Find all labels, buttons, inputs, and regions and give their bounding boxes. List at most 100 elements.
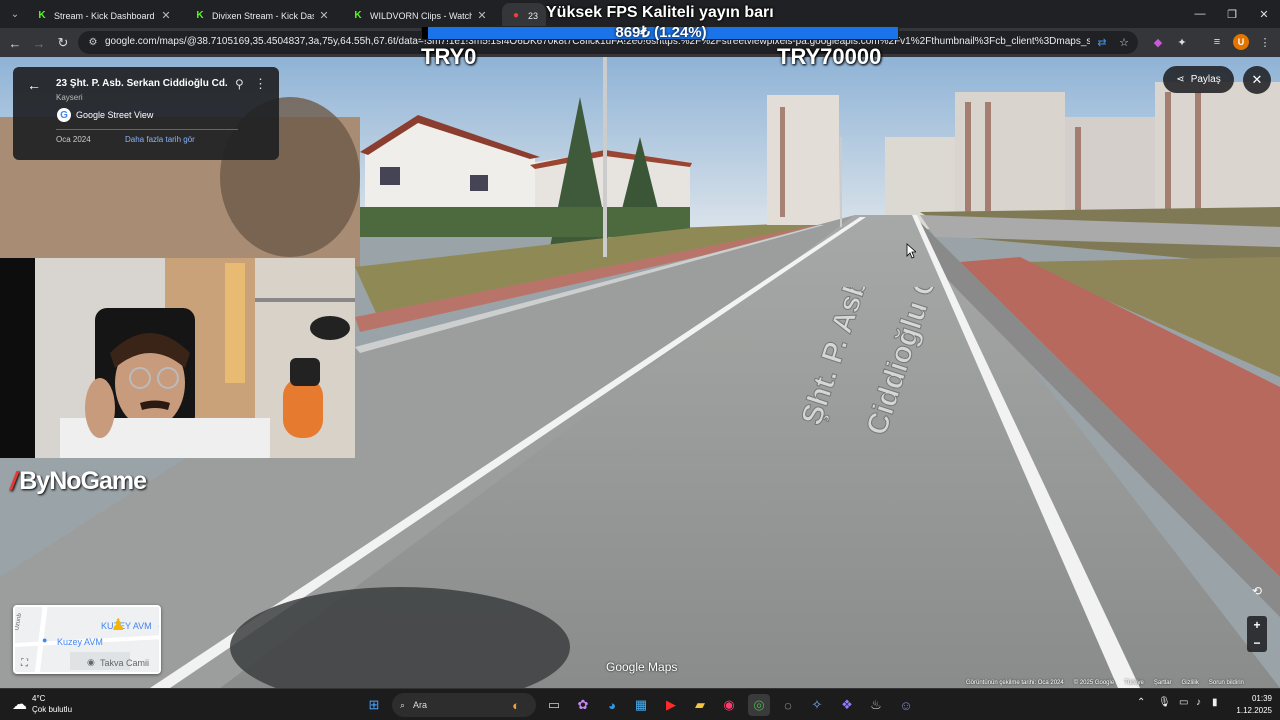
back-icon[interactable]: ←	[6, 34, 24, 52]
tab-title: Stream - Kick Dashboard	[54, 10, 155, 21]
profile-avatar[interactable]: U	[1233, 34, 1249, 50]
compass-icon[interactable]: ⟲	[1243, 584, 1271, 602]
google-maps-watermark: Google Maps	[606, 660, 678, 674]
map-attribution: Görüntünün çekilme tarihi: Oca 2024 © 20…	[966, 680, 1244, 686]
sponsor-name: ByNoGame	[19, 467, 147, 495]
menu-kebab-icon[interactable]: ⋮	[1257, 34, 1273, 50]
donation-amount: 869₺ (1.24%)	[615, 24, 707, 41]
kick-icon: K	[354, 10, 362, 21]
tab-divixen-stream[interactable]: K Divixen Stream - Kick Dashboard ✕	[186, 3, 338, 28]
minimize-icon[interactable]: —	[1184, 0, 1216, 28]
bookmark-star-icon[interactable]: ☆	[1117, 35, 1131, 49]
tab-search-icon[interactable]: ⌄	[6, 5, 24, 23]
privacy-link[interactable]: Gizlilik	[1182, 680, 1199, 686]
microphone-icon[interactable]: 🎙︎	[1158, 697, 1171, 708]
microsoft-store-icon[interactable]: ▦	[630, 694, 652, 716]
webcam-feed	[0, 258, 355, 458]
extension-icon[interactable]: ◆	[1150, 34, 1166, 50]
terms-link[interactable]: Şartlar	[1154, 680, 1172, 686]
google-g-icon: G	[57, 108, 71, 122]
reading-list-icon[interactable]: ≡	[1209, 34, 1225, 50]
task-view-icon[interactable]: ▭	[543, 694, 565, 716]
location-pin-icon[interactable]: ⚲	[235, 77, 244, 91]
minimap-label-kuzey-avm-upper: KUZEY AVM	[101, 621, 152, 631]
discord-icon[interactable]: ☺	[895, 694, 917, 716]
mosque-icon: ◉	[87, 657, 95, 667]
more-options-icon[interactable]: ⋮	[254, 76, 267, 92]
place-marker-icon: ●	[158, 621, 159, 631]
copilot-icon[interactable]: ✿	[572, 694, 594, 716]
restore-icon[interactable]: ❐	[1216, 0, 1248, 28]
road-name-label: Şht. P. Asb. Serkan Ciddioğlu Cd.	[795, 287, 953, 440]
copyright-text: © 2025 Google	[1073, 680, 1115, 686]
weather-widget[interactable]: ☁ 4°C Çok bulutlu	[12, 693, 72, 715]
road-name-line-2: Ciddioğlu Cd.	[860, 287, 952, 439]
shopping-bag-icon: ●	[42, 635, 48, 645]
app-icon[interactable]: ✧	[806, 694, 828, 716]
windows-taskbar: ☁ 4°C Çok bulutlu ⊞ ⌕ Ara ◐ ▭ ✿ ◕ ▦ ▶ ▰ …	[0, 688, 1280, 720]
site-info-icon[interactable]: ⚙	[86, 35, 100, 49]
network-icon[interactable]: ▭	[1179, 697, 1188, 708]
tab-close-icon[interactable]: ✕	[160, 9, 172, 22]
location-info-card: ← 23 Şht. P. Asb. Serkan Ciddioğlu Cd. K…	[13, 67, 279, 160]
reload-icon[interactable]: ↻	[54, 34, 72, 52]
capture-date-note: Görüntünün çekilme tarihi: Oca 2024	[966, 680, 1064, 686]
donation-max-label: TRY70000	[777, 44, 882, 69]
street-view-minimap[interactable]: KUZEY AVM ● ● Kuzey AVM ◉ Takva Camii Uz…	[13, 605, 161, 674]
battery-icon[interactable]: ▮	[1212, 697, 1218, 708]
mouse-cursor-icon	[906, 243, 916, 259]
location-city: Kayseri	[56, 93, 83, 102]
windows-start-icon[interactable]: ⊞	[363, 694, 385, 716]
media-player-icon[interactable]: ◉	[718, 694, 740, 716]
report-problem-link[interactable]: Sorun bildirin	[1209, 680, 1244, 686]
clock-time: 01:39	[1251, 694, 1272, 703]
forward-icon[interactable]: →	[30, 34, 48, 52]
widgets-icon[interactable]: ◐	[505, 694, 527, 716]
expand-map-icon[interactable]: ⛶	[21, 658, 28, 669]
weather-temperature: 4°C	[32, 694, 46, 703]
twitch-icon[interactable]: ❖	[836, 694, 858, 716]
edge-browser-icon[interactable]: ◕	[601, 694, 623, 716]
show-hidden-icons[interactable]: ⌃	[1137, 697, 1145, 708]
volume-icon[interactable]: ♪	[1196, 697, 1201, 708]
translate-icon[interactable]: ⇄	[1095, 35, 1109, 49]
street-view-source: G Google Street View	[57, 108, 153, 122]
capture-date: Oca 2024	[56, 135, 91, 144]
divider	[56, 129, 238, 130]
country-link[interactable]: Türkiye	[1124, 680, 1144, 686]
zoom-out-button[interactable]: −	[1247, 634, 1267, 652]
close-street-view-button[interactable]: ✕	[1243, 66, 1271, 94]
share-button[interactable]: ⋖ Paylaş	[1163, 66, 1234, 93]
minimap-label-takva-camii: Takva Camii	[100, 658, 150, 668]
back-arrow-icon[interactable]: ←	[27, 77, 41, 93]
donation-goal-title: Yüksek FPS Kaliteli yayın barı	[546, 4, 774, 21]
share-icon: ⋖	[1176, 74, 1185, 85]
tab-close-icon[interactable]: ✕	[476, 9, 488, 22]
system-clock[interactable]: 01:39 1.12.2025	[1226, 693, 1272, 717]
more-dates-link[interactable]: Daha fazla tarih gör	[125, 135, 195, 144]
extensions-puzzle-icon[interactable]: ✦	[1174, 34, 1190, 50]
tab-close-icon[interactable]: ✕	[318, 9, 330, 22]
share-label: Paylaş	[1190, 74, 1221, 85]
youtube-icon[interactable]: ▶	[660, 694, 682, 716]
cloudy-weather-icon: ☁	[12, 696, 27, 713]
close-window-icon[interactable]: ✕	[1248, 0, 1280, 28]
window-controls: — ❐ ✕	[1184, 0, 1280, 28]
tab-kick-dashboard[interactable]: K Stream - Kick Dashboard ✕	[28, 3, 180, 28]
file-explorer-icon[interactable]: ▰	[689, 694, 711, 716]
pegman-icon[interactable]: ♟	[111, 615, 125, 635]
google-maps-icon: ●	[512, 10, 520, 21]
sponsor-logo: / ByNoGame	[10, 466, 147, 497]
obs-studio-icon[interactable]: ◌	[777, 694, 799, 716]
bynogame-logo-icon: /	[10, 466, 17, 496]
search-icon: ⌕	[400, 699, 406, 710]
steam-icon[interactable]: ♨	[865, 694, 887, 716]
clock-date: 1.12.2025	[1236, 706, 1272, 715]
source-label: Google Street View	[76, 110, 154, 120]
chrome-icon[interactable]: ◎	[748, 694, 770, 716]
zoom-in-button[interactable]: +	[1247, 616, 1267, 634]
donation-min-label: TRY0	[421, 44, 477, 69]
zoom-control: + −	[1247, 616, 1267, 652]
weather-condition: Çok bulutlu	[32, 705, 73, 714]
tab-title: 23 Şht.	[528, 10, 538, 21]
